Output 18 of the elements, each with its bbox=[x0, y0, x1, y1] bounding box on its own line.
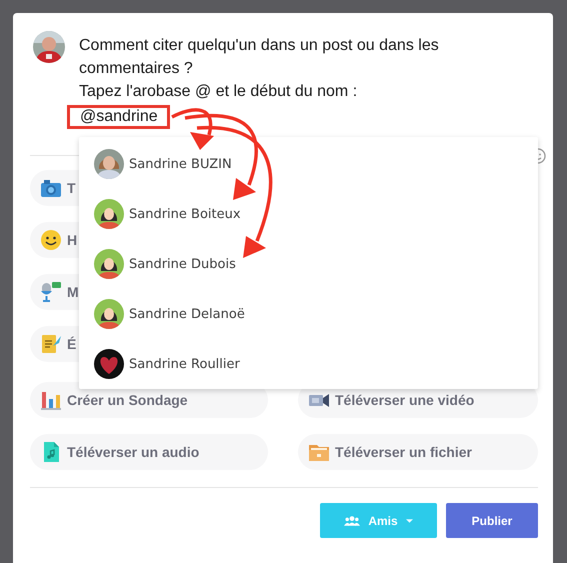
caret-icon bbox=[406, 518, 413, 522]
suggestion-item[interactable]: Sandrine BUZIN bbox=[79, 139, 538, 189]
scroll-icon bbox=[39, 332, 63, 356]
smiley-icon bbox=[39, 228, 63, 252]
suggestion-item[interactable]: Sandrine Boiteux bbox=[79, 189, 538, 239]
post-text: Tapez l'arobase @ et le début du nom : bbox=[79, 82, 358, 102]
suggestion-item[interactable]: Sandrine Dubois bbox=[79, 239, 538, 289]
avatar-icon bbox=[94, 199, 124, 229]
avatar-icon bbox=[94, 299, 124, 329]
microphone-icon bbox=[39, 280, 63, 304]
action-button[interactable]: Téléverser un fichier bbox=[298, 434, 538, 470]
group-icon bbox=[344, 514, 360, 526]
action-button[interactable]: Téléverser un audio bbox=[30, 434, 268, 470]
mention-field[interactable]: @sandrine bbox=[67, 105, 170, 129]
publish-button[interactable]: Publier bbox=[446, 503, 538, 538]
suggestion-item[interactable]: Sandrine Delanoë bbox=[79, 289, 538, 339]
avatar-icon bbox=[94, 249, 124, 279]
post-text: Comment citer quelqu'un dans un post ou dans les commentaires ? bbox=[79, 36, 440, 79]
